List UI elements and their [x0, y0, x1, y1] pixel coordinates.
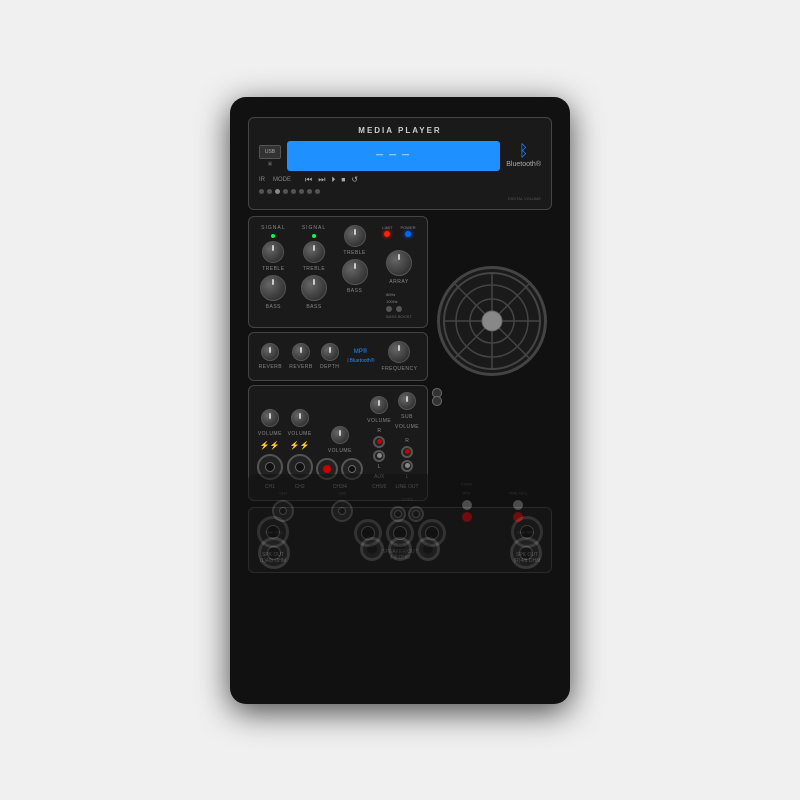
- vol-knob-ch34[interactable]: [331, 426, 349, 444]
- mirror-lineout-r: [513, 512, 523, 522]
- array-label: ARRAY: [389, 279, 408, 285]
- bass-label-ch1: BASS: [266, 304, 281, 310]
- reverb-label-ch1: REVERB: [259, 364, 283, 370]
- reverb-ch1: REVERB: [259, 343, 283, 370]
- mirror-aux-r: [462, 512, 472, 522]
- depth-label: DEPTH: [320, 364, 339, 370]
- mirror-spk-r: [510, 537, 542, 569]
- media-player-section: MEDIA PLAYER USB ▣ — — — ᛒ Bluetooth® IR…: [248, 117, 552, 210]
- treble-knob-ch1[interactable]: [262, 241, 284, 263]
- fan-grill: [437, 266, 547, 376]
- mirror-ch2: [331, 500, 353, 522]
- screw-br: [432, 396, 442, 406]
- bass-label-ch3: BASS: [347, 288, 362, 294]
- next-button[interactable]: ⏭: [318, 175, 325, 185]
- treble-label-ch2: TREBLE: [303, 266, 325, 272]
- depth-knob[interactable]: [321, 343, 339, 361]
- prev-button[interactable]: ⏮: [305, 175, 312, 185]
- aux-l[interactable]: [373, 450, 385, 462]
- vol-knob-ch2[interactable]: [291, 409, 309, 427]
- mirror-spk-l: [258, 537, 290, 569]
- vol-label-ch1: VOLUME: [258, 431, 282, 437]
- vol-label-ch56: VOLUME: [367, 418, 391, 424]
- bass-switch-1[interactable]: [386, 306, 392, 312]
- bt-label: ᛒBluetooth®: [347, 358, 375, 364]
- vol-label-ch2: VOLUME: [288, 431, 312, 437]
- treble-knob-ch2[interactable]: [303, 241, 325, 263]
- phantom-icon: ⚡⚡: [260, 441, 280, 450]
- usb-slot[interactable]: USB: [259, 145, 281, 159]
- ch2-treble-channel: SIGNAL TREBLE BASS: [301, 225, 327, 319]
- reverb-ch2: REVERB: [289, 343, 313, 370]
- power-led: [405, 231, 411, 237]
- reverb-knob-ch2[interactable]: [292, 343, 310, 361]
- bass-knob-ch2[interactable]: [301, 275, 327, 301]
- array-knob[interactable]: [386, 250, 412, 276]
- mirror-ch34-1: [390, 506, 406, 522]
- limit-led: [384, 231, 390, 237]
- sub-vol-label: SUB: [401, 414, 413, 420]
- lineout-l[interactable]: [401, 460, 413, 472]
- sub-vol-label2: VOLUME: [395, 424, 419, 430]
- treble-label-ch1: TREBLE: [262, 266, 284, 272]
- mirror-spk-c3: [416, 537, 440, 561]
- vol-knob-ch1[interactable]: [261, 409, 279, 427]
- mp-bluetooth-section: MP® ᛒBluetooth®: [347, 349, 375, 364]
- ch3-treble-channel: TREBLE BASS: [342, 225, 368, 319]
- mixer-device: MEDIA PLAYER USB ▣ — — — ᛒ Bluetooth® IR…: [230, 97, 570, 704]
- mirror-ch34-2: [408, 506, 424, 522]
- frequency-ch: FREQUENCY: [382, 341, 418, 372]
- vol-label-ch34: VOLUME: [328, 448, 352, 454]
- sd-slot[interactable]: ▣: [268, 161, 273, 167]
- fan-area: [432, 216, 552, 501]
- treble-label-ch3: TREBLE: [343, 250, 365, 256]
- signal-label-ch1: SIGNAL: [261, 225, 285, 231]
- phantom-icon-2: ⚡⚡: [290, 441, 310, 450]
- reverb-knob-ch1[interactable]: [261, 343, 279, 361]
- mirror-aux-l: [462, 500, 472, 510]
- ir-label: IR: [259, 177, 265, 183]
- treble-section: SIGNAL TREBLE BASS SIGNAL TREBLE: [248, 216, 428, 328]
- mirror-section: SPK OUT SPK OUT CH1 CH2: [248, 474, 552, 579]
- mirror-lineout-l: [513, 500, 523, 510]
- bluetooth-indicator: ᛒ Bluetooth®: [506, 143, 541, 168]
- aux-r[interactable]: [373, 436, 385, 448]
- mirror-spk-c1: [360, 537, 384, 561]
- repeat-button[interactable]: ↺: [351, 175, 358, 185]
- reverb-section: REVERB REVERB DEPTH MP® ᛒBluetooth®: [248, 332, 428, 381]
- signal-led-ch1: [271, 234, 275, 238]
- bass-label-ch2: BASS: [306, 304, 321, 310]
- frequency-knob[interactable]: [388, 341, 410, 363]
- frequency-label: FREQUENCY: [382, 366, 418, 372]
- mode-label: MODE: [273, 177, 291, 183]
- vol-knob-ch56[interactable]: [370, 396, 388, 414]
- stop-button[interactable]: ⏹: [341, 175, 345, 185]
- depth-ch: DEPTH: [320, 343, 339, 370]
- limit-power-section: LIMIT POWER ARRAY 80Hz: [382, 225, 415, 319]
- mirror-ch1: [272, 500, 294, 522]
- signal-led-ch2: [312, 234, 316, 238]
- lineout-r[interactable]: [401, 446, 413, 458]
- treble-knob-ch3[interactable]: [344, 225, 366, 247]
- play-button[interactable]: ⏵: [331, 175, 335, 185]
- signal-label-ch2: SIGNAL: [302, 225, 326, 231]
- ch1-treble-channel: SIGNAL TREBLE BASS: [260, 225, 286, 319]
- bass-boost-section: 80Hz 100Hz BASS BOOST: [386, 292, 412, 319]
- bass-knob-ch3[interactable]: [342, 259, 368, 285]
- lcd-display: — — —: [287, 141, 500, 171]
- media-player-title: MEDIA PLAYER: [259, 126, 541, 135]
- mirror-spk-c2: [388, 537, 412, 561]
- sub-vol-knob[interactable]: [398, 392, 416, 410]
- bass-switch-2[interactable]: [396, 306, 402, 312]
- fan-svg: [440, 269, 544, 373]
- mp-label: MP®: [354, 349, 367, 355]
- bass-knob-ch1[interactable]: [260, 275, 286, 301]
- reverb-label-ch2: REVERB: [289, 364, 313, 370]
